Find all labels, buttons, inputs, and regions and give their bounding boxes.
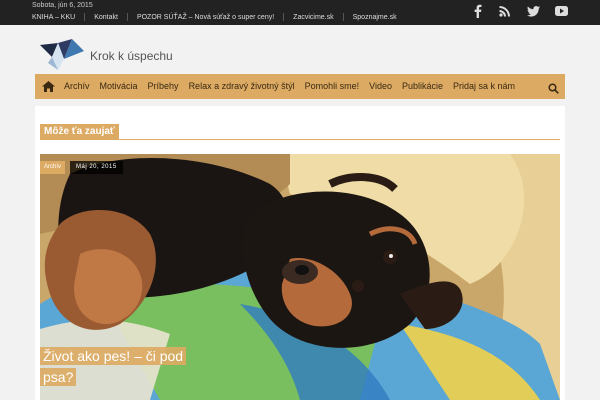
facebook-icon[interactable] <box>470 4 484 18</box>
divider <box>283 13 285 21</box>
home-icon[interactable] <box>37 74 59 99</box>
divider <box>342 13 344 21</box>
featured-post[interactable]: Archív Máj 20, 2015 Život ako pes! – či … <box>40 154 560 400</box>
top-link-spoznajme[interactable]: Spoznajme.sk <box>353 14 397 21</box>
rss-icon[interactable] <box>498 4 512 18</box>
top-link-kniha[interactable]: KNIHA – KKU <box>32 14 75 21</box>
current-date: Sobota, jún 6, 2015 <box>32 2 93 9</box>
top-link-kontakt[interactable]: Kontakt <box>94 14 118 21</box>
top-bar: Sobota, jún 6, 2015 KNIHA – KKU Kontakt … <box>0 0 600 25</box>
section-divider <box>40 139 560 140</box>
post-title-container: Život ako pes! – či pod psa? <box>40 346 200 388</box>
nav-item-motivacia[interactable]: Motivácia <box>95 74 143 99</box>
top-links: KNIHA – KKU Kontakt POZOR SÚŤAŽ – Nová s… <box>32 13 397 21</box>
nav-item-pomohli-sme[interactable]: Pomohli sme! <box>300 74 365 99</box>
nav-item-publikacie[interactable]: Publikácie <box>397 74 448 99</box>
site-name: Krok k úspechu <box>90 49 173 63</box>
post-date: Máj 20, 2015 <box>70 161 123 174</box>
top-link-sutaz[interactable]: POZOR SÚŤAŽ – Nová súťaž o super ceny! <box>137 14 274 21</box>
divider <box>126 13 128 21</box>
section-title: Môže ťa zaujať <box>40 124 119 140</box>
nav-item-relax[interactable]: Relax a zdravý životný štýl <box>184 74 300 99</box>
post-title[interactable]: Život ako pes! – či pod psa? <box>40 347 187 386</box>
search-icon[interactable] <box>548 81 559 94</box>
main-navigation: Archív Motivácia Príbehy Relax a zdravý … <box>35 74 565 99</box>
site-logo[interactable] <box>38 37 86 71</box>
nav-item-video[interactable]: Video <box>364 74 397 99</box>
nav-item-pridaj-sa[interactable]: Pridaj sa k nám <box>448 74 520 99</box>
nav-item-archiv[interactable]: Archív <box>59 74 95 99</box>
twitter-icon[interactable] <box>526 4 540 18</box>
site-header: Krok k úspechu <box>0 25 600 73</box>
nav-item-pribehy[interactable]: Príbehy <box>143 74 184 99</box>
top-link-zacvicime[interactable]: Zacvicime.sk <box>293 14 333 21</box>
main-content: Môže ťa zaujať Archív Máj 20, 2015 Život… <box>35 106 565 400</box>
category-tag[interactable]: Archív <box>40 161 66 174</box>
social-links <box>470 4 568 18</box>
youtube-icon[interactable] <box>554 4 568 18</box>
divider <box>84 13 86 21</box>
